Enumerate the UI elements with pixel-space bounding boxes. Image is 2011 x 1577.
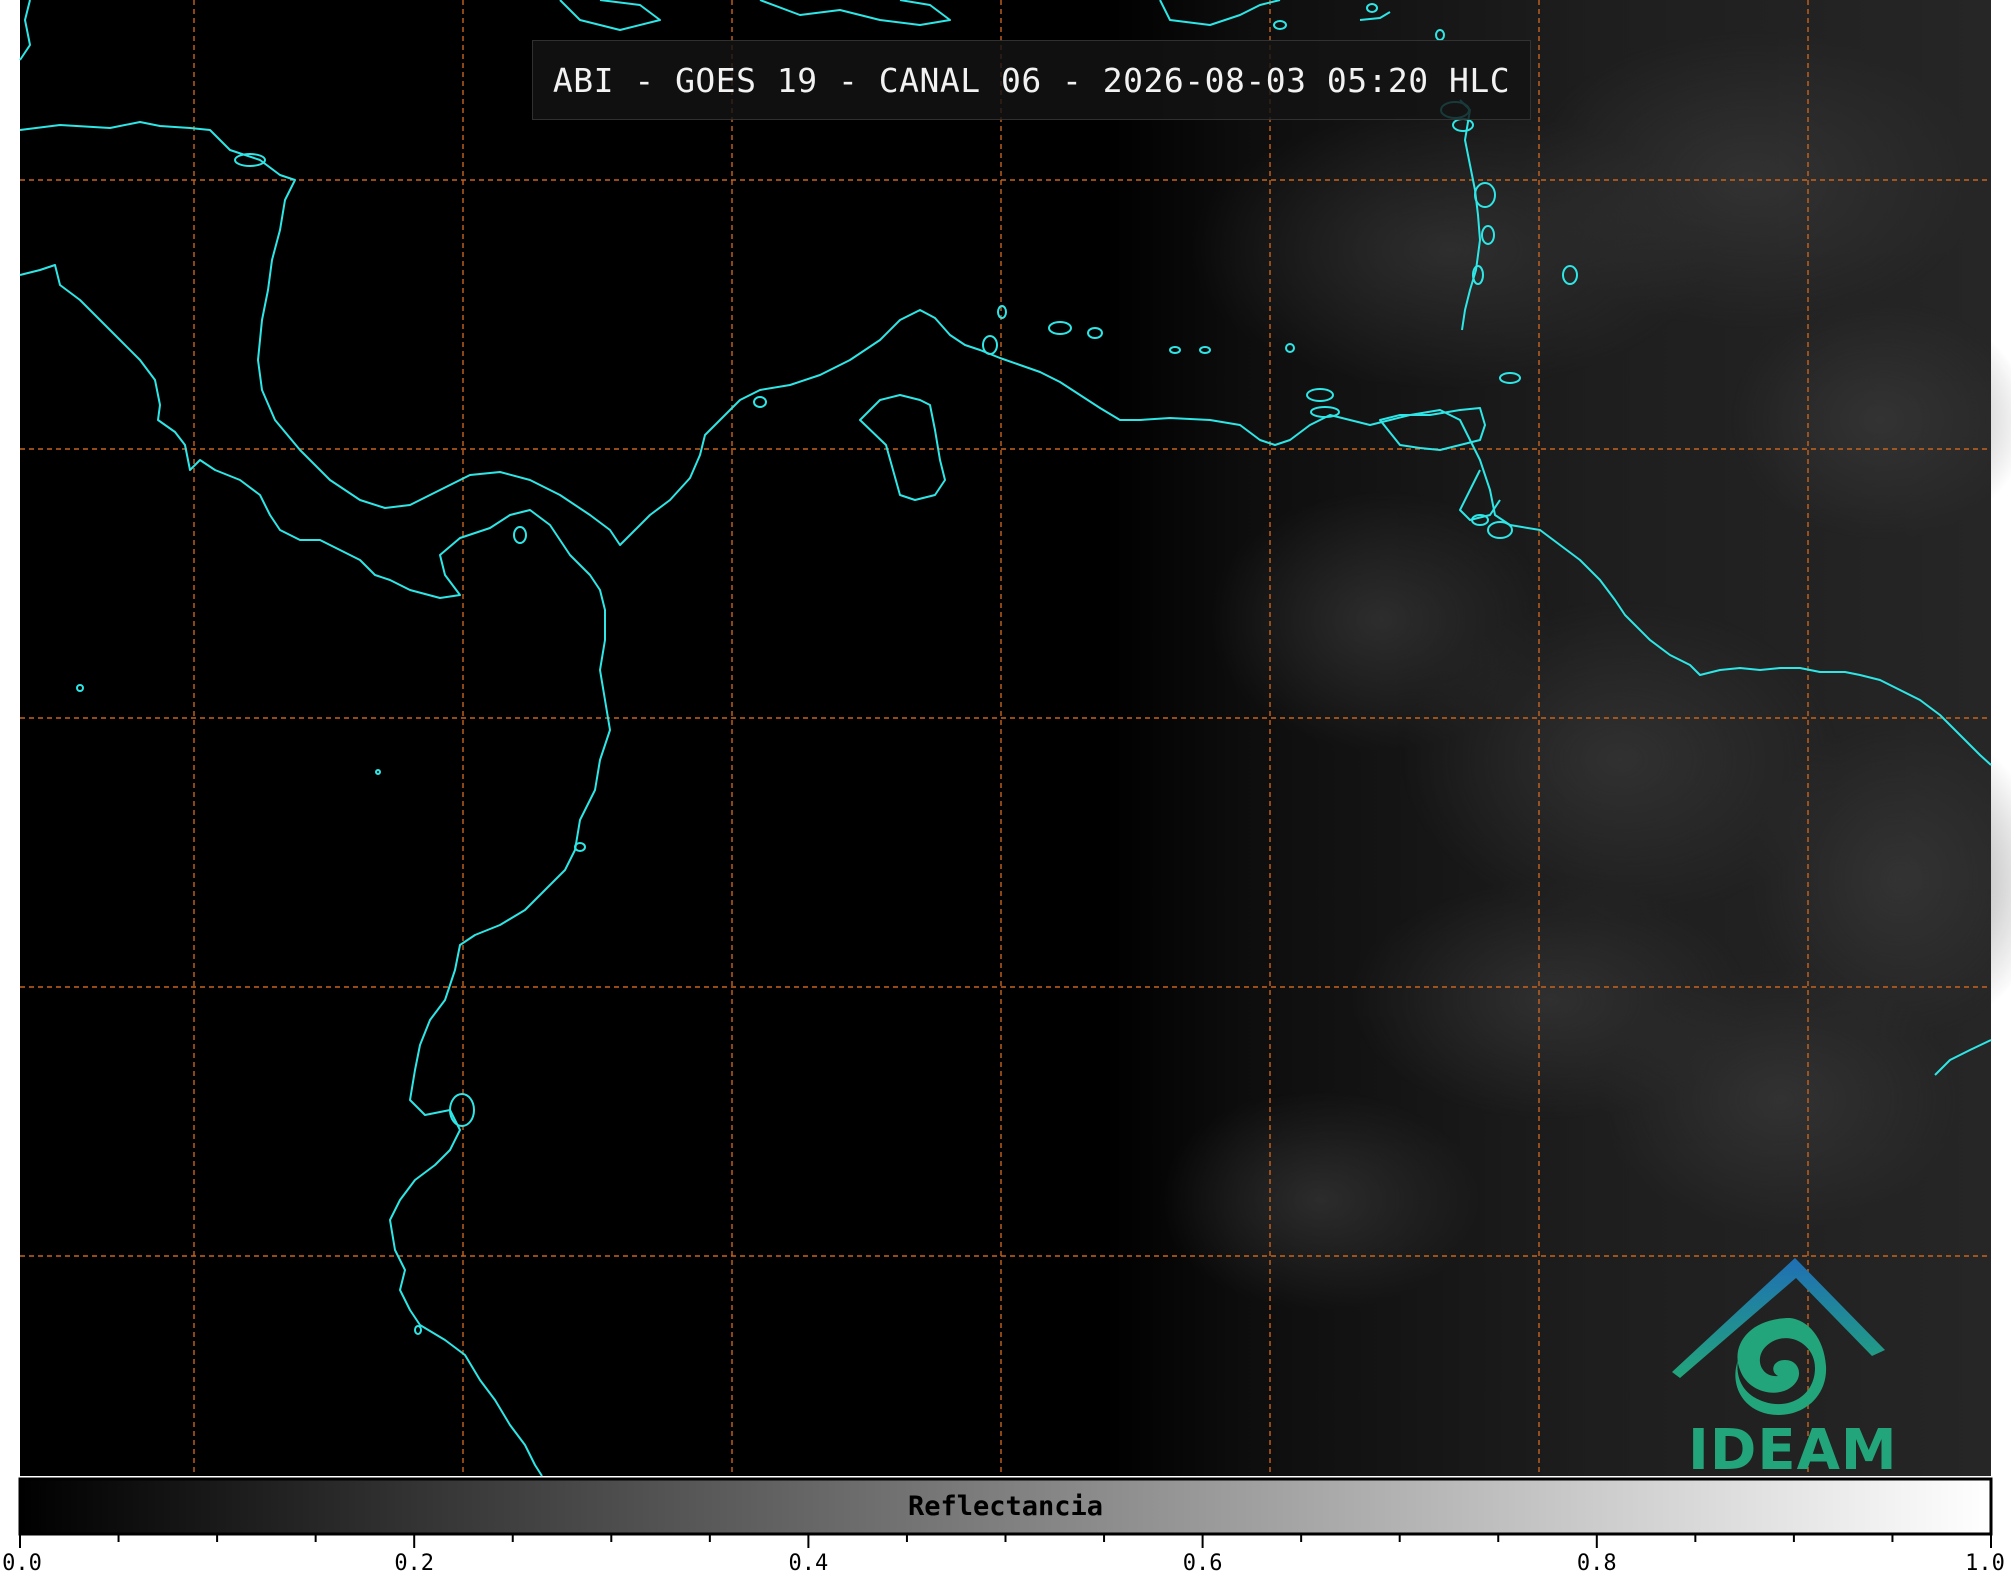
figure-title: ABI - GOES 19 - CANAL 06 - 2026-08-03 05… (532, 40, 1531, 120)
colorbar-label: Reflectancia (907, 1491, 1104, 1522)
colorbar-tick-label: 0.8 (1576, 1551, 1617, 1576)
colorbar-tick-label: 0.0 (2, 1551, 42, 1576)
colorbar-tick-label: 0.4 (788, 1551, 829, 1576)
satellite-figure: ABI - GOES 19 - CANAL 06 - 2026-08-03 05… (0, 0, 2011, 1577)
colorbar-tick-label: 1.0 (1965, 1551, 2005, 1576)
colorbar-tick-label: 0.2 (394, 1551, 435, 1576)
satellite-map (18, 0, 2011, 1548)
logo-text: IDEAM (1688, 1418, 1898, 1483)
colorbar-tick-label: 0.6 (1182, 1551, 1223, 1576)
